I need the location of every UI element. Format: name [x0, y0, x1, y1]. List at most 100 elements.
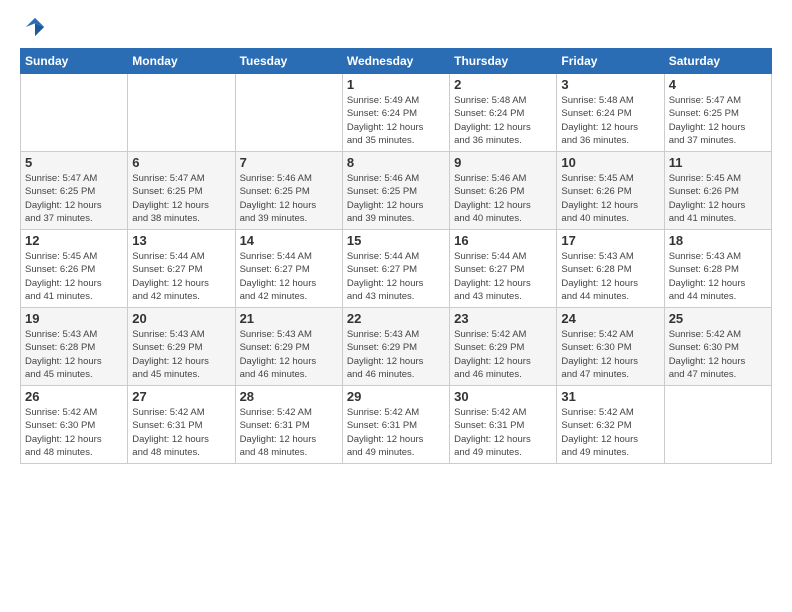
day-info: Sunrise: 5:44 AM Sunset: 6:27 PM Dayligh… [132, 250, 230, 303]
day-info: Sunrise: 5:43 AM Sunset: 6:28 PM Dayligh… [669, 250, 767, 303]
weekday-header-saturday: Saturday [664, 49, 771, 74]
day-cell: 5 Sunrise: 5:47 AM Sunset: 6:25 PM Daylig… [21, 152, 128, 230]
day-cell: 28 Sunrise: 5:42 AM Sunset: 6:31 PM Dayli… [235, 386, 342, 464]
day-cell: 9 Sunrise: 5:46 AM Sunset: 6:26 PM Daylig… [450, 152, 557, 230]
day-info: Sunrise: 5:46 AM Sunset: 6:25 PM Dayligh… [240, 172, 338, 225]
day-cell: 6 Sunrise: 5:47 AM Sunset: 6:25 PM Daylig… [128, 152, 235, 230]
day-number: 23 [454, 311, 552, 326]
day-number: 18 [669, 233, 767, 248]
day-cell: 14Sunrise: 5:44 AM Sunset: 6:27 PM Dayli… [235, 230, 342, 308]
day-info: Sunrise: 5:42 AM Sunset: 6:31 PM Dayligh… [347, 406, 445, 459]
day-cell: 29 Sunrise: 5:42 AM Sunset: 6:31 PM Dayli… [342, 386, 449, 464]
day-info: Sunrise: 5:42 AM Sunset: 6:32 PM Dayligh… [561, 406, 659, 459]
day-number: 8 [347, 155, 445, 170]
weekday-header-tuesday: Tuesday [235, 49, 342, 74]
calendar-table: SundayMondayTuesdayWednesdayThursdayFrid… [20, 48, 772, 464]
day-info: Sunrise: 5:44 AM Sunset: 6:27 PM Dayligh… [240, 250, 338, 303]
day-info: Sunrise: 5:42 AM Sunset: 6:30 PM Dayligh… [669, 328, 767, 381]
day-cell: 21 Sunrise: 5:43 AM Sunset: 6:29 PM Dayli… [235, 308, 342, 386]
day-info: Sunrise: 5:47 AM Sunset: 6:25 PM Dayligh… [669, 94, 767, 147]
day-number: 4 [669, 77, 767, 92]
day-number: 26 [25, 389, 123, 404]
day-number: 16 [454, 233, 552, 248]
day-cell [235, 74, 342, 152]
day-cell: 2 Sunrise: 5:48 AM Sunset: 6:24 PM Daylig… [450, 74, 557, 152]
day-cell: 20 Sunrise: 5:43 AM Sunset: 6:29 PM Dayli… [128, 308, 235, 386]
day-info: Sunrise: 5:43 AM Sunset: 6:28 PM Dayligh… [561, 250, 659, 303]
day-number: 20 [132, 311, 230, 326]
day-cell: 25 Sunrise: 5:42 AM Sunset: 6:30 PM Dayli… [664, 308, 771, 386]
day-cell: 15Sunrise: 5:44 AM Sunset: 6:27 PM Dayli… [342, 230, 449, 308]
day-number: 29 [347, 389, 445, 404]
day-number: 7 [240, 155, 338, 170]
day-info: Sunrise: 5:44 AM Sunset: 6:27 PM Dayligh… [454, 250, 552, 303]
day-info: Sunrise: 5:42 AM Sunset: 6:31 PM Dayligh… [454, 406, 552, 459]
header [20, 16, 772, 38]
day-number: 28 [240, 389, 338, 404]
day-cell: 27 Sunrise: 5:42 AM Sunset: 6:31 PM Dayli… [128, 386, 235, 464]
week-row-5: 26 Sunrise: 5:42 AM Sunset: 6:30 PM Dayli… [21, 386, 772, 464]
day-info: Sunrise: 5:43 AM Sunset: 6:29 PM Dayligh… [132, 328, 230, 381]
day-cell: 24 Sunrise: 5:42 AM Sunset: 6:30 PM Dayli… [557, 308, 664, 386]
day-number: 2 [454, 77, 552, 92]
day-info: Sunrise: 5:48 AM Sunset: 6:24 PM Dayligh… [454, 94, 552, 147]
day-cell: 8 Sunrise: 5:46 AM Sunset: 6:25 PM Daylig… [342, 152, 449, 230]
week-row-3: 12 Sunrise: 5:45 AM Sunset: 6:26 PM Dayli… [21, 230, 772, 308]
day-info: Sunrise: 5:46 AM Sunset: 6:25 PM Dayligh… [347, 172, 445, 225]
day-number: 13 [132, 233, 230, 248]
day-info: Sunrise: 5:49 AM Sunset: 6:24 PM Dayligh… [347, 94, 445, 147]
day-number: 22 [347, 311, 445, 326]
day-number: 19 [25, 311, 123, 326]
day-cell: 3Sunrise: 5:48 AM Sunset: 6:24 PM Daylig… [557, 74, 664, 152]
day-info: Sunrise: 5:48 AM Sunset: 6:24 PM Dayligh… [561, 94, 659, 147]
week-row-2: 5 Sunrise: 5:47 AM Sunset: 6:25 PM Daylig… [21, 152, 772, 230]
day-number: 6 [132, 155, 230, 170]
logo [20, 16, 46, 38]
day-cell [664, 386, 771, 464]
weekday-header-row: SundayMondayTuesdayWednesdayThursdayFrid… [21, 49, 772, 74]
weekday-header-sunday: Sunday [21, 49, 128, 74]
day-cell: 16 Sunrise: 5:44 AM Sunset: 6:27 PM Dayli… [450, 230, 557, 308]
day-cell: 22Sunrise: 5:43 AM Sunset: 6:29 PM Dayli… [342, 308, 449, 386]
day-number: 27 [132, 389, 230, 404]
day-info: Sunrise: 5:45 AM Sunset: 6:26 PM Dayligh… [561, 172, 659, 225]
day-cell: 17 Sunrise: 5:43 AM Sunset: 6:28 PM Dayli… [557, 230, 664, 308]
day-cell: 30Sunrise: 5:42 AM Sunset: 6:31 PM Dayli… [450, 386, 557, 464]
page: SundayMondayTuesdayWednesdayThursdayFrid… [0, 0, 792, 612]
day-info: Sunrise: 5:47 AM Sunset: 6:25 PM Dayligh… [132, 172, 230, 225]
day-info: Sunrise: 5:46 AM Sunset: 6:26 PM Dayligh… [454, 172, 552, 225]
day-info: Sunrise: 5:43 AM Sunset: 6:29 PM Dayligh… [240, 328, 338, 381]
day-cell: 31 Sunrise: 5:42 AM Sunset: 6:32 PM Dayli… [557, 386, 664, 464]
day-number: 15 [347, 233, 445, 248]
day-cell [128, 74, 235, 152]
day-info: Sunrise: 5:42 AM Sunset: 6:31 PM Dayligh… [132, 406, 230, 459]
day-number: 21 [240, 311, 338, 326]
day-number: 24 [561, 311, 659, 326]
logo-icon [24, 16, 46, 38]
day-info: Sunrise: 5:42 AM Sunset: 6:30 PM Dayligh… [561, 328, 659, 381]
day-cell: 19Sunrise: 5:43 AM Sunset: 6:28 PM Dayli… [21, 308, 128, 386]
weekday-header-friday: Friday [557, 49, 664, 74]
day-number: 11 [669, 155, 767, 170]
day-info: Sunrise: 5:42 AM Sunset: 6:31 PM Dayligh… [240, 406, 338, 459]
day-cell: 23Sunrise: 5:42 AM Sunset: 6:29 PM Dayli… [450, 308, 557, 386]
day-info: Sunrise: 5:47 AM Sunset: 6:25 PM Dayligh… [25, 172, 123, 225]
day-cell: 18 Sunrise: 5:43 AM Sunset: 6:28 PM Dayli… [664, 230, 771, 308]
day-cell [21, 74, 128, 152]
day-info: Sunrise: 5:45 AM Sunset: 6:26 PM Dayligh… [25, 250, 123, 303]
day-info: Sunrise: 5:45 AM Sunset: 6:26 PM Dayligh… [669, 172, 767, 225]
day-info: Sunrise: 5:42 AM Sunset: 6:30 PM Dayligh… [25, 406, 123, 459]
day-cell: 13 Sunrise: 5:44 AM Sunset: 6:27 PM Dayli… [128, 230, 235, 308]
day-number: 12 [25, 233, 123, 248]
day-cell: 11 Sunrise: 5:45 AM Sunset: 6:26 PM Dayli… [664, 152, 771, 230]
day-number: 10 [561, 155, 659, 170]
week-row-1: 1Sunrise: 5:49 AM Sunset: 6:24 PM Daylig… [21, 74, 772, 152]
day-cell: 10 Sunrise: 5:45 AM Sunset: 6:26 PM Dayli… [557, 152, 664, 230]
day-cell: 26 Sunrise: 5:42 AM Sunset: 6:30 PM Dayli… [21, 386, 128, 464]
day-number: 17 [561, 233, 659, 248]
day-number: 9 [454, 155, 552, 170]
day-number: 5 [25, 155, 123, 170]
day-number: 25 [669, 311, 767, 326]
day-number: 31 [561, 389, 659, 404]
weekday-header-monday: Monday [128, 49, 235, 74]
